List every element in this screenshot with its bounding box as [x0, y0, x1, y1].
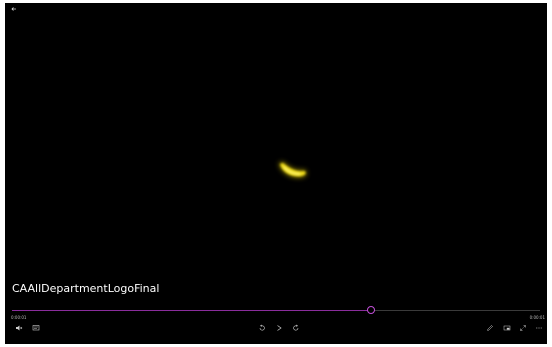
skip-back-button[interactable] [256, 324, 268, 336]
more-options-button[interactable] [533, 324, 545, 336]
captions-button[interactable] [30, 324, 42, 336]
seek-progress [12, 310, 372, 311]
volume-icon [16, 325, 23, 331]
edit-button[interactable] [484, 324, 496, 336]
time-total: 0:00:01 [529, 315, 545, 320]
video-surface[interactable] [5, 3, 547, 303]
play-button[interactable] [273, 324, 285, 336]
play-icon [277, 325, 282, 331]
skip-forward-icon [293, 324, 299, 331]
mini-view-button[interactable] [501, 324, 513, 336]
edit-pencil-icon [487, 325, 493, 331]
skip-back-icon [259, 324, 265, 331]
video-player-window: CAAllDepartmentLogoFinal 0:00:01 0:00:01 [5, 3, 547, 344]
mini-view-icon [503, 325, 511, 331]
seek-bar[interactable] [12, 306, 540, 314]
captions-icon [32, 325, 40, 331]
fullscreen-icon [520, 325, 526, 331]
logo-glow-shape [279, 162, 307, 178]
more-options-icon [536, 327, 542, 329]
volume-button[interactable] [13, 324, 25, 336]
fullscreen-button[interactable] [517, 324, 529, 336]
video-title: CAAllDepartmentLogoFinal [12, 282, 160, 295]
time-elapsed: 0:00:01 [11, 315, 27, 320]
seek-thumb[interactable] [367, 306, 376, 314]
skip-forward-button[interactable] [290, 324, 302, 336]
